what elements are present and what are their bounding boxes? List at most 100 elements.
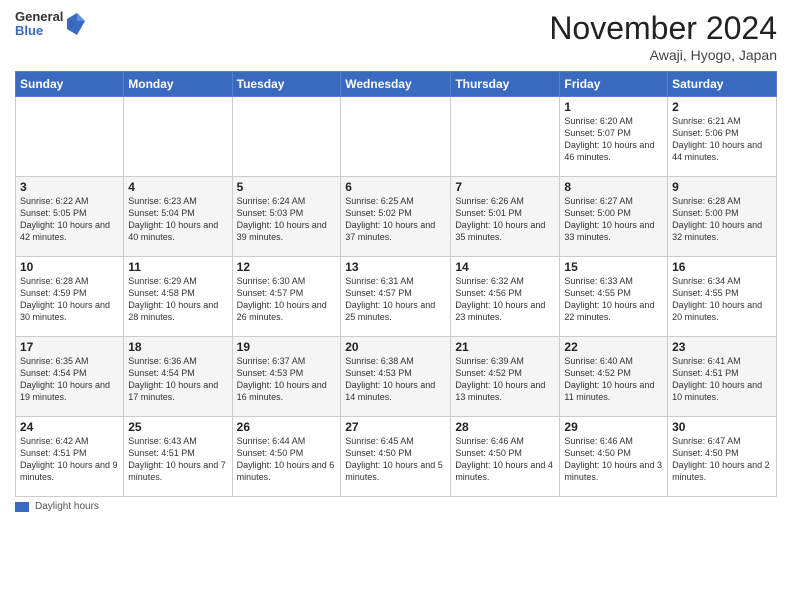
calendar-cell: 23Sunrise: 6:41 AM Sunset: 4:51 PM Dayli… (668, 337, 777, 417)
calendar-cell (451, 97, 560, 177)
day-number: 13 (345, 260, 446, 274)
day-number: 20 (345, 340, 446, 354)
day-number: 3 (20, 180, 119, 194)
day-number: 7 (455, 180, 555, 194)
day-info: Sunrise: 6:39 AM Sunset: 4:52 PM Dayligh… (455, 355, 555, 404)
day-info: Sunrise: 6:44 AM Sunset: 4:50 PM Dayligh… (237, 435, 337, 484)
day-info: Sunrise: 6:21 AM Sunset: 5:06 PM Dayligh… (672, 115, 772, 164)
calendar-cell: 15Sunrise: 6:33 AM Sunset: 4:55 PM Dayli… (560, 257, 668, 337)
day-number: 30 (672, 420, 772, 434)
day-number: 24 (20, 420, 119, 434)
day-number: 4 (128, 180, 227, 194)
day-info: Sunrise: 6:20 AM Sunset: 5:07 PM Dayligh… (564, 115, 663, 164)
location: Awaji, Hyogo, Japan (549, 47, 777, 63)
day-info: Sunrise: 6:33 AM Sunset: 4:55 PM Dayligh… (564, 275, 663, 324)
calendar-cell: 30Sunrise: 6:47 AM Sunset: 4:50 PM Dayli… (668, 417, 777, 497)
calendar-cell (16, 97, 124, 177)
day-info: Sunrise: 6:41 AM Sunset: 4:51 PM Dayligh… (672, 355, 772, 404)
day-info: Sunrise: 6:46 AM Sunset: 4:50 PM Dayligh… (455, 435, 555, 484)
day-info: Sunrise: 6:34 AM Sunset: 4:55 PM Dayligh… (672, 275, 772, 324)
weekday-header-wednesday: Wednesday (341, 72, 451, 97)
day-number: 21 (455, 340, 555, 354)
calendar-cell: 18Sunrise: 6:36 AM Sunset: 4:54 PM Dayli… (124, 337, 232, 417)
calendar-cell: 13Sunrise: 6:31 AM Sunset: 4:57 PM Dayli… (341, 257, 451, 337)
calendar-cell: 25Sunrise: 6:43 AM Sunset: 4:51 PM Dayli… (124, 417, 232, 497)
day-info: Sunrise: 6:29 AM Sunset: 4:58 PM Dayligh… (128, 275, 227, 324)
day-info: Sunrise: 6:47 AM Sunset: 4:50 PM Dayligh… (672, 435, 772, 484)
day-info: Sunrise: 6:35 AM Sunset: 4:54 PM Dayligh… (20, 355, 119, 404)
day-number: 8 (564, 180, 663, 194)
calendar-cell: 1Sunrise: 6:20 AM Sunset: 5:07 PM Daylig… (560, 97, 668, 177)
day-info: Sunrise: 6:43 AM Sunset: 4:51 PM Dayligh… (128, 435, 227, 484)
calendar-week-4: 17Sunrise: 6:35 AM Sunset: 4:54 PM Dayli… (16, 337, 777, 417)
calendar-cell: 5Sunrise: 6:24 AM Sunset: 5:03 PM Daylig… (232, 177, 341, 257)
calendar-cell: 26Sunrise: 6:44 AM Sunset: 4:50 PM Dayli… (232, 417, 341, 497)
logo-icon (67, 13, 85, 35)
weekday-header-tuesday: Tuesday (232, 72, 341, 97)
calendar-cell: 8Sunrise: 6:27 AM Sunset: 5:00 PM Daylig… (560, 177, 668, 257)
calendar-week-1: 1Sunrise: 6:20 AM Sunset: 5:07 PM Daylig… (16, 97, 777, 177)
legend-color-box (15, 502, 29, 512)
day-info: Sunrise: 6:36 AM Sunset: 4:54 PM Dayligh… (128, 355, 227, 404)
calendar-cell: 16Sunrise: 6:34 AM Sunset: 4:55 PM Dayli… (668, 257, 777, 337)
weekday-header-sunday: Sunday (16, 72, 124, 97)
calendar-cell: 7Sunrise: 6:26 AM Sunset: 5:01 PM Daylig… (451, 177, 560, 257)
day-info: Sunrise: 6:23 AM Sunset: 5:04 PM Dayligh… (128, 195, 227, 244)
day-number: 26 (237, 420, 337, 434)
day-number: 12 (237, 260, 337, 274)
calendar-cell: 22Sunrise: 6:40 AM Sunset: 4:52 PM Dayli… (560, 337, 668, 417)
day-info: Sunrise: 6:37 AM Sunset: 4:53 PM Dayligh… (237, 355, 337, 404)
day-info: Sunrise: 6:27 AM Sunset: 5:00 PM Dayligh… (564, 195, 663, 244)
weekday-header-monday: Monday (124, 72, 232, 97)
calendar-cell (341, 97, 451, 177)
day-number: 5 (237, 180, 337, 194)
calendar-cell: 3Sunrise: 6:22 AM Sunset: 5:05 PM Daylig… (16, 177, 124, 257)
day-info: Sunrise: 6:32 AM Sunset: 4:56 PM Dayligh… (455, 275, 555, 324)
calendar-cell: 24Sunrise: 6:42 AM Sunset: 4:51 PM Dayli… (16, 417, 124, 497)
day-number: 29 (564, 420, 663, 434)
calendar-cell: 4Sunrise: 6:23 AM Sunset: 5:04 PM Daylig… (124, 177, 232, 257)
logo-blue: Blue (15, 24, 63, 38)
day-number: 10 (20, 260, 119, 274)
day-info: Sunrise: 6:42 AM Sunset: 4:51 PM Dayligh… (20, 435, 119, 484)
calendar-cell: 10Sunrise: 6:28 AM Sunset: 4:59 PM Dayli… (16, 257, 124, 337)
calendar-cell: 17Sunrise: 6:35 AM Sunset: 4:54 PM Dayli… (16, 337, 124, 417)
logo-text: General Blue (15, 10, 63, 39)
calendar-cell: 21Sunrise: 6:39 AM Sunset: 4:52 PM Dayli… (451, 337, 560, 417)
day-number: 19 (237, 340, 337, 354)
day-number: 28 (455, 420, 555, 434)
calendar-table: SundayMondayTuesdayWednesdayThursdayFrid… (15, 71, 777, 497)
legend-label: Daylight hours (35, 501, 99, 512)
weekday-header-thursday: Thursday (451, 72, 560, 97)
day-info: Sunrise: 6:28 AM Sunset: 5:00 PM Dayligh… (672, 195, 772, 244)
day-number: 2 (672, 100, 772, 114)
header: General Blue November 2024 Awaji, Hyogo,… (15, 10, 777, 63)
calendar-cell (232, 97, 341, 177)
day-number: 15 (564, 260, 663, 274)
day-info: Sunrise: 6:22 AM Sunset: 5:05 PM Dayligh… (20, 195, 119, 244)
month-title: November 2024 (549, 10, 777, 47)
page-container: General Blue November 2024 Awaji, Hyogo,… (0, 0, 792, 517)
day-number: 25 (128, 420, 227, 434)
day-info: Sunrise: 6:30 AM Sunset: 4:57 PM Dayligh… (237, 275, 337, 324)
day-number: 18 (128, 340, 227, 354)
weekday-header-saturday: Saturday (668, 72, 777, 97)
day-number: 17 (20, 340, 119, 354)
calendar-cell (124, 97, 232, 177)
day-number: 1 (564, 100, 663, 114)
calendar-week-2: 3Sunrise: 6:22 AM Sunset: 5:05 PM Daylig… (16, 177, 777, 257)
day-info: Sunrise: 6:38 AM Sunset: 4:53 PM Dayligh… (345, 355, 446, 404)
calendar-week-5: 24Sunrise: 6:42 AM Sunset: 4:51 PM Dayli… (16, 417, 777, 497)
day-number: 11 (128, 260, 227, 274)
calendar-cell: 9Sunrise: 6:28 AM Sunset: 5:00 PM Daylig… (668, 177, 777, 257)
day-info: Sunrise: 6:46 AM Sunset: 4:50 PM Dayligh… (564, 435, 663, 484)
day-info: Sunrise: 6:25 AM Sunset: 5:02 PM Dayligh… (345, 195, 446, 244)
day-number: 9 (672, 180, 772, 194)
day-number: 14 (455, 260, 555, 274)
day-number: 6 (345, 180, 446, 194)
logo-general: General (15, 10, 63, 24)
weekday-header-row: SundayMondayTuesdayWednesdayThursdayFrid… (16, 72, 777, 97)
calendar-cell: 29Sunrise: 6:46 AM Sunset: 4:50 PM Dayli… (560, 417, 668, 497)
day-number: 16 (672, 260, 772, 274)
day-info: Sunrise: 6:31 AM Sunset: 4:57 PM Dayligh… (345, 275, 446, 324)
